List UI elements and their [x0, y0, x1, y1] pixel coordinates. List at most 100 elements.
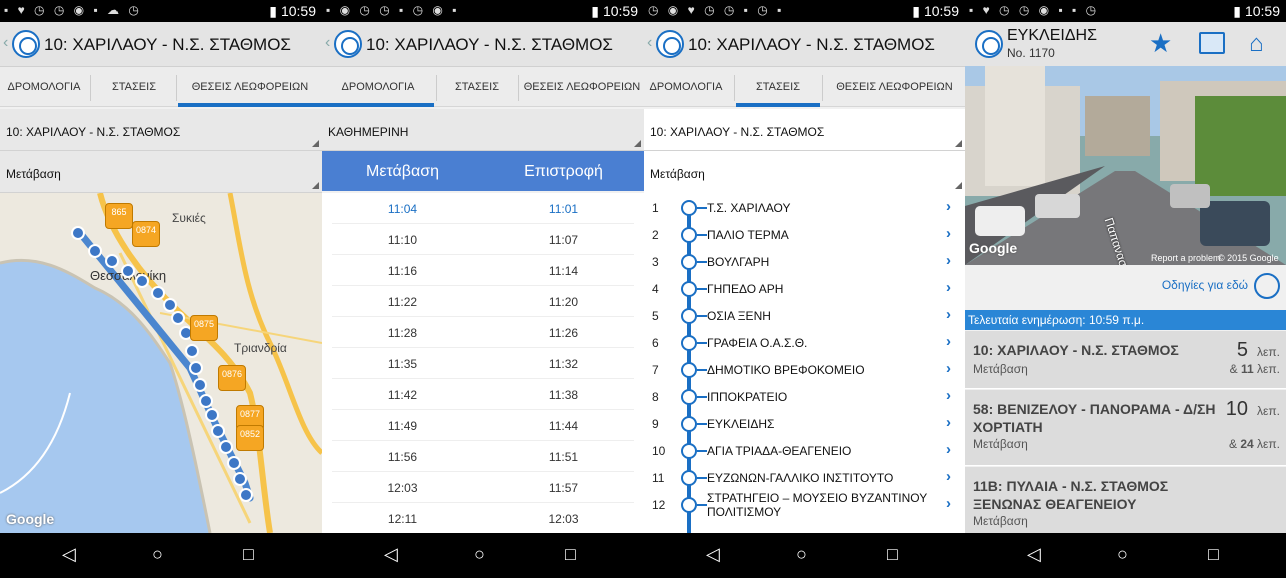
map-view[interactable]: Θεσσαλονίκη Συκιές Τριανδρία Google 8650… [0, 193, 322, 533]
back-nav-icon[interactable]: ◁ [62, 544, 76, 565]
report-problem-link[interactable]: Report a problem [1151, 253, 1221, 263]
bus-stop-pin-icon[interactable] [205, 408, 219, 422]
stop-row[interactable]: 9 ΕΥΚΛΕΙΔΗΣ › [644, 410, 965, 437]
favorite-star-icon[interactable]: ★ [1149, 28, 1172, 59]
bus-marker[interactable]: 0852 [236, 425, 264, 451]
stop-row[interactable]: 8 ΙΠΠΟΚΡΑΤΕΙΟ › [644, 383, 965, 410]
back-icon[interactable]: ‹ [3, 34, 8, 52]
tab-schedules[interactable]: ΔΡΟΜΟΛΟΓΙΑ [644, 67, 728, 107]
bus-stop-pin-icon[interactable] [151, 286, 165, 300]
tab-bus-positions[interactable]: ΘΕΣΕΙΣ ΛΕΩΦΟΡΕΙΩΝ [520, 67, 644, 107]
stop-name: ΕΥΚΛΕΙΔΗΣ [707, 417, 775, 431]
home-nav-icon[interactable]: ○ [1117, 544, 1128, 565]
stop-row[interactable]: 7 ΔΗΜΟΤΙΚΟ ΒΡΕΦΟΚΟΜΕΙΟ › [644, 356, 965, 383]
bus-stop-pin-icon[interactable] [135, 274, 149, 288]
status-time: 10:59 [923, 3, 959, 19]
tab-schedules[interactable]: ΔΡΟΜΟΛΟΓΙΑ [0, 67, 88, 107]
bus-stop-pin-icon[interactable] [71, 226, 85, 240]
bus-stop-pin-icon[interactable] [105, 254, 119, 268]
arrival-row[interactable]: 58: ΒΕΝΙΖΕΛΟΥ - ΠΑΝΟΡΑΜΑ - Δ/ΣΗ ΧΟΡΤΙΑΤΗ… [965, 390, 1286, 466]
bus-stop-pin-icon[interactable] [199, 394, 213, 408]
direction-select[interactable]: Μετάβαση [0, 151, 322, 193]
directions-icon[interactable] [1254, 273, 1280, 299]
tab-bus-positions[interactable]: ΘΕΣΕΙΣ ΛΕΩΦΟΡΕΙΩΝ [824, 67, 965, 107]
tab-stops[interactable]: ΣΤΑΣΕΙΣ [438, 67, 516, 107]
return-time: 12:03 [548, 512, 579, 526]
back-icon[interactable]: ‹ [647, 34, 652, 52]
directions-link[interactable]: Οδηγίες για εδώ [1162, 278, 1248, 292]
chevron-right-icon[interactable]: › [946, 360, 951, 377]
chevron-right-icon[interactable]: › [946, 198, 951, 215]
recents-nav-icon[interactable]: □ [565, 544, 576, 565]
schedule-row: 11:49 11:44 [322, 410, 644, 441]
bus-stop-pin-icon[interactable] [219, 440, 233, 454]
stop-row[interactable]: 4 ΓΗΠΕΔΟ ΑΡΗ › [644, 275, 965, 302]
back-nav-icon[interactable]: ◁ [706, 544, 720, 565]
bus-marker[interactable]: 0874 [132, 221, 160, 247]
recents-nav-icon[interactable]: □ [887, 544, 898, 565]
bus-stop-pin-icon[interactable] [185, 344, 199, 358]
home-icon[interactable]: ⌂ [1249, 30, 1264, 58]
tab-stops[interactable]: ΣΤΑΣΕΙΣ [92, 67, 176, 107]
home-nav-icon[interactable]: ○ [474, 544, 485, 565]
bus-stop-pin-icon[interactable] [121, 264, 135, 278]
chevron-right-icon[interactable]: › [946, 468, 951, 485]
bus-stop-pin-icon[interactable] [211, 424, 225, 438]
chevron-right-icon[interactable]: › [946, 414, 951, 431]
bus-stop-pin-icon[interactable] [227, 456, 241, 470]
bus-stop-pin-icon[interactable] [163, 298, 177, 312]
chevron-right-icon[interactable]: › [946, 252, 951, 269]
recents-nav-icon[interactable]: □ [243, 544, 254, 565]
back-nav-icon[interactable]: ◁ [1027, 544, 1041, 565]
back-icon[interactable]: ‹ [325, 34, 330, 52]
app-logo-icon[interactable] [975, 30, 1003, 58]
arrival-row[interactable]: 11Β: ΠΥΛΑΙΑ - Ν.Σ. ΣΤΑΘΜΟΣ ΞΕΝΩΝΑΣ ΘΕΑΓΕ… [965, 467, 1286, 537]
bus-stop-pin-icon[interactable] [171, 311, 185, 325]
bus-stop-pin-icon[interactable] [239, 488, 253, 502]
chevron-right-icon[interactable]: › [946, 333, 951, 350]
stop-row[interactable]: 6 ΓΡΑΦΕΙΑ Ο.Α.Σ.Θ. › [644, 329, 965, 356]
bus-id: 0874 [135, 225, 157, 235]
app-logo-icon[interactable] [656, 30, 684, 58]
return-time: 11:32 [548, 357, 579, 371]
schedule-row: 11:16 11:14 [322, 255, 644, 286]
bus-marker[interactable]: 0875 [190, 315, 218, 341]
map-icon[interactable] [1199, 32, 1225, 54]
bus-stop-pin-icon[interactable] [193, 378, 207, 392]
street-view-image[interactable]: Google Report a problem © 2015 Google Πα… [965, 66, 1286, 265]
stop-row[interactable]: 10 ΑΓΙΑ ΤΡΙΑΔΑ-ΘΕΑΓΕΝΕΙΟ › [644, 437, 965, 464]
stop-row[interactable]: 1 Τ.Σ. ΧΑΡΙΛΑΟΥ › [644, 194, 965, 221]
home-nav-icon[interactable]: ○ [796, 544, 807, 565]
stop-row[interactable]: 5 ΟΣΙΑ ΞΕΝΗ › [644, 302, 965, 329]
tab-stops[interactable]: ΣΤΑΣΕΙΣ [736, 67, 820, 107]
home-nav-icon[interactable]: ○ [152, 544, 163, 565]
bus-stop-pin-icon[interactable] [189, 361, 203, 375]
stop-row[interactable]: 12 ΣΤΡΑΤΗΓΕΙΟ – ΜΟΥΣΕΙΟ ΒΥΖΑΝΤΙΝΟΥ ΠΟΛΙΤΙ… [644, 491, 965, 519]
chevron-right-icon[interactable]: › [946, 225, 951, 242]
recents-nav-icon[interactable]: □ [1208, 544, 1219, 565]
arrival-row[interactable]: 10: ΧΑΡΙΛΑΟΥ - Ν.Σ. ΣΤΑΘΜΟΣ Μετάβαση 5 λεπ.… [965, 331, 1286, 389]
line-select[interactable]: 10: ΧΑΡΙΛΑΟΥ - Ν.Σ. ΣΤΑΘΜΟΣ [644, 109, 965, 151]
chevron-right-icon[interactable]: › [946, 279, 951, 296]
chevron-right-icon[interactable]: › [946, 441, 951, 458]
bus-stop-pin-icon[interactable] [88, 244, 102, 258]
bus-marker[interactable]: 0876 [218, 365, 246, 391]
app-logo-icon[interactable] [334, 30, 362, 58]
back-nav-icon[interactable]: ◁ [384, 544, 398, 565]
tab-bus-positions[interactable]: ΘΕΣΕΙΣ ΛΕΩΦΟΡΕΙΩΝ [178, 67, 322, 107]
line-select[interactable]: 10: ΧΑΡΙΛΑΟΥ - Ν.Σ. ΣΤΑΘΜΟΣ [0, 109, 322, 151]
app-logo-icon[interactable] [12, 30, 40, 58]
battery-icon: ▮ [1233, 3, 1241, 19]
day-select[interactable]: ΚΑΘΗΜΕΡΙΝΗ [322, 109, 644, 151]
bus-marker[interactable]: 865 [105, 203, 133, 229]
stop-row[interactable]: 2 ΠΑΛΙΟ ΤΕΡΜΑ › [644, 221, 965, 248]
direction-select[interactable]: Μετάβαση [644, 151, 965, 193]
tab-schedules[interactable]: ΔΡΟΜΟΛΟΓΙΑ [322, 67, 434, 107]
chevron-right-icon[interactable]: › [946, 387, 951, 404]
chevron-right-icon[interactable]: › [946, 495, 951, 512]
directions-row[interactable]: Οδηγίες για εδώ [965, 265, 1286, 310]
chevron-right-icon[interactable]: › [946, 306, 951, 323]
stop-row[interactable]: 3 ΒΟΥΛΓΑΡΗ › [644, 248, 965, 275]
bus-stop-pin-icon[interactable] [233, 472, 247, 486]
stop-row[interactable]: 11 ΕΥΖΩΝΩΝ-ΓΑΛΛΙΚΟ ΙΝΣΤΙΤΟΥΤΟ › [644, 464, 965, 491]
